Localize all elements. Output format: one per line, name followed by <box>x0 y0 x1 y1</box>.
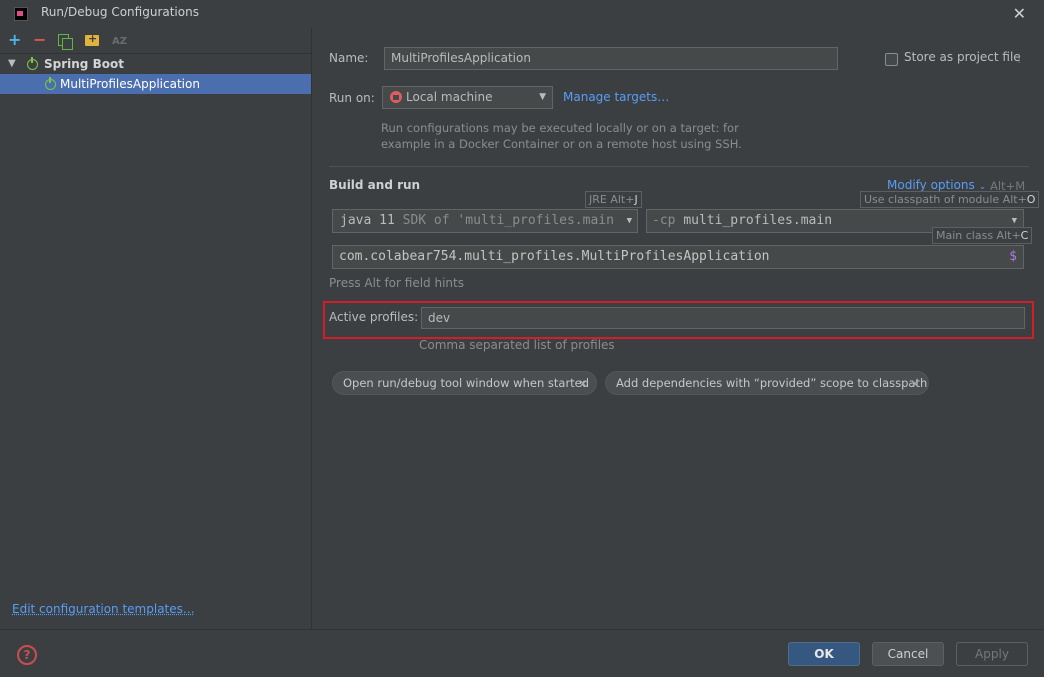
dialog-buttons-bar: ? OK Cancel Apply <box>0 629 1044 677</box>
spring-boot-icon <box>45 77 56 90</box>
cp-value: multi_profiles.main <box>683 213 833 228</box>
tree-group-label: Spring Boot <box>44 57 124 71</box>
classpath-hint-badge: Use classpath of module Alt+O <box>860 191 1040 208</box>
jre-sdk-value: SDK of 'multi_profiles.main <box>402 213 614 228</box>
close-icon[interactable]: ✕ <box>910 373 920 395</box>
active-profiles-hint: Comma separated list of profiles <box>419 338 615 352</box>
chevron-down-icon: ▼ <box>539 92 546 102</box>
tree-item-multiprofilesapplication[interactable]: MultiProfilesApplication <box>0 74 311 94</box>
sort-icon[interactable]: AZ <box>112 34 127 50</box>
jre-value: java 11 <box>340 213 395 228</box>
build-and-run-title: Build and run <box>329 178 421 192</box>
window-title: Run/Debug Configurations <box>41 5 199 19</box>
main-class-value: com.colabear754.multi_profiles.MultiProf… <box>339 249 770 264</box>
section-divider <box>329 166 1029 167</box>
active-profiles-field[interactable]: dev <box>421 307 1025 329</box>
main-class-hint-badge: Main class Alt+C <box>932 227 1033 244</box>
close-icon[interactable]: ✕ <box>1013 5 1026 23</box>
tree-item-label: MultiProfilesApplication <box>60 77 200 91</box>
classpath-hint-text: Use classpath of module Alt+ <box>864 193 1027 206</box>
run-on-hint-line-1: Run configurations may be executed local… <box>381 121 739 135</box>
run-on-label: Run on: <box>329 91 375 105</box>
jre-dropdown[interactable]: java 11 SDK of 'multi_profiles.main ▼ <box>332 209 638 233</box>
title-bar: Run/Debug Configurations ✕ <box>0 0 1044 28</box>
run-on-value: Local machine <box>406 90 493 104</box>
jre-hint-text: JRE Alt+ <box>589 193 635 206</box>
name-label: Name: <box>329 51 369 65</box>
tree-group-spring-boot[interactable]: ▼ Spring Boot <box>0 54 311 74</box>
jre-hint-badge: JRE Alt+J <box>585 191 642 208</box>
chevron-down-icon: ▼ <box>622 210 637 232</box>
modify-options-link[interactable]: Modify options ⌄ <box>887 178 986 192</box>
new-folder-icon[interactable] <box>85 31 99 47</box>
ok-button[interactable]: OK <box>788 642 860 666</box>
main-class-field[interactable]: com.colabear754.multi_profiles.MultiProf… <box>332 245 1024 269</box>
modify-options-label: Modify options <box>887 178 975 192</box>
cp-prefix: -cp <box>652 213 676 228</box>
configuration-form: Name: MultiProfilesApplication Store as … <box>313 28 1044 629</box>
add-configuration-icon[interactable]: + <box>8 32 21 48</box>
app-icon <box>14 7 28 21</box>
chevron-down-icon[interactable]: ▼ <box>8 54 16 74</box>
remove-configuration-icon[interactable]: − <box>33 32 46 48</box>
help-icon[interactable]: ? <box>17 645 37 665</box>
manage-targets-link[interactable]: Manage targets… <box>563 90 669 104</box>
more-vertical-icon[interactable]: ⋮ <box>1013 51 1025 65</box>
chip-label: Add dependencies with “provided” scope t… <box>616 376 928 390</box>
close-icon[interactable]: ✕ <box>578 373 588 395</box>
chip-label: Open run/debug tool window when started <box>343 376 590 390</box>
run-on-dropdown[interactable]: Local machine ▼ <box>382 86 553 109</box>
store-as-project-file-checkbox[interactable] <box>885 53 898 66</box>
jre-hint-key: J <box>634 193 638 206</box>
edit-templates-link[interactable]: Edit configuration templates… <box>12 602 195 616</box>
dollar-icon[interactable]: $ <box>1009 246 1017 268</box>
field-hint: Press Alt for field hints <box>329 276 464 290</box>
store-as-project-file-label[interactable]: Store as project file <box>904 50 1021 64</box>
name-field[interactable]: MultiProfilesApplication <box>384 47 838 70</box>
spring-boot-icon <box>27 57 38 70</box>
classpath-hint-key: O <box>1026 193 1036 206</box>
configurations-sidebar: + − AZ ▼ Spring Boot MultiProfilesApplic… <box>0 28 312 629</box>
option-chip-open-tool-window[interactable]: Open run/debug tool window when started … <box>332 371 597 395</box>
option-chip-provided-scope[interactable]: Add dependencies with “provided” scope t… <box>605 371 929 395</box>
active-profiles-label: Active profiles: <box>329 310 419 324</box>
run-on-hint-line-2: example in a Docker Container or on a re… <box>381 137 742 151</box>
copy-configuration-icon[interactable] <box>58 34 73 50</box>
configuration-tree: ▼ Spring Boot MultiProfilesApplication <box>0 54 311 94</box>
main-class-hint-key: C <box>1020 229 1029 242</box>
sidebar-toolbar: + − AZ <box>0 28 311 54</box>
apply-button[interactable]: Apply <box>956 642 1028 666</box>
main-class-hint-text: Main class Alt+ <box>936 229 1021 242</box>
home-icon <box>390 91 402 103</box>
cancel-button[interactable]: Cancel <box>872 642 944 666</box>
